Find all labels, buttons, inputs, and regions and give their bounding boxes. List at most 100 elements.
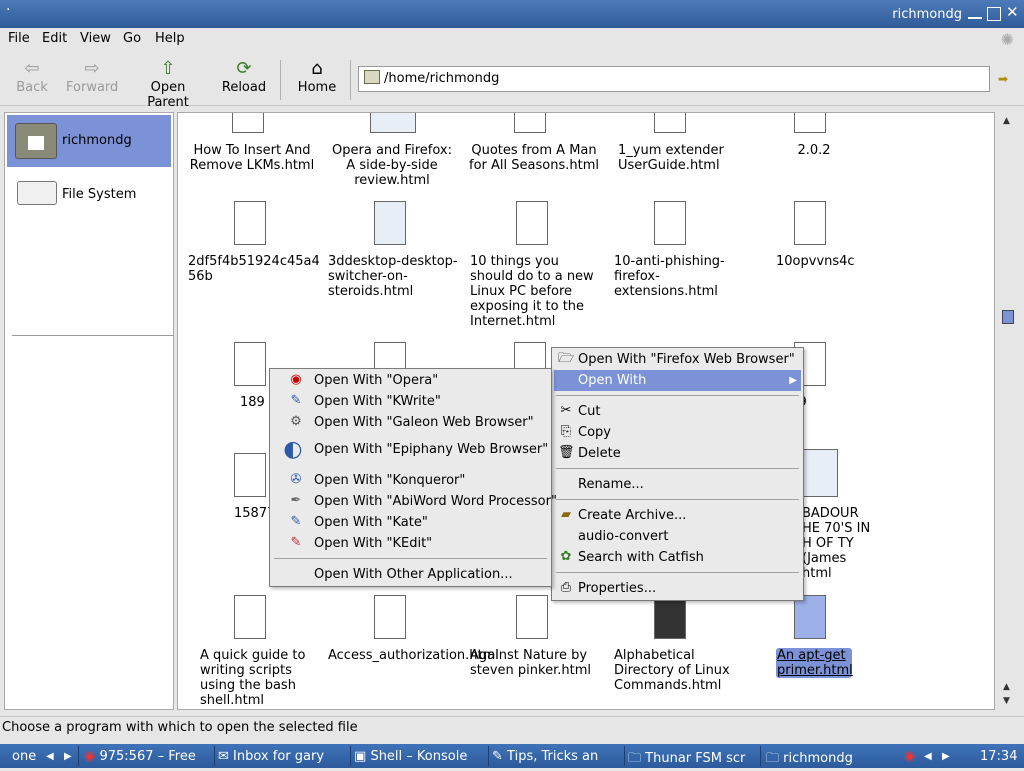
opera-icon: ◉	[84, 749, 96, 764]
rename-item[interactable]: Rename...	[554, 474, 801, 495]
open-parent-button[interactable]: ⇧ Open Parent	[128, 58, 208, 110]
open-with-submenu-item[interactable]: Open With ▶	[554, 370, 801, 391]
sidebar-divider	[12, 335, 174, 336]
document-icon	[516, 201, 548, 245]
archive-icon: ▰	[561, 507, 571, 522]
taskbar-item-tips[interactable]: ✎ Tips, Tricks an	[492, 749, 598, 764]
harddisk-icon	[17, 181, 57, 205]
taskbar-item-label: Shell – Konsole	[370, 749, 468, 764]
menu-separator	[556, 499, 799, 500]
pager-right-icon[interactable]: ▶	[64, 751, 72, 762]
reload-button[interactable]: ⟳ Reload	[220, 58, 268, 95]
menu-edit[interactable]: Edit	[42, 31, 67, 46]
document-icon	[794, 201, 826, 245]
scroll-down-icon[interactable]: ▼	[1003, 696, 1010, 706]
open-with-firefox-item[interactable]: 🗁 Open With "Firefox Web Browser"	[554, 349, 801, 370]
taskbar-item-label: Inbox for gary	[233, 749, 325, 764]
scrollbar-thumb[interactable]	[1002, 310, 1014, 324]
scroll-up-icon[interactable]: ▲	[1003, 682, 1010, 692]
submenu-arrow-icon: ▶	[789, 375, 797, 386]
kwrite-icon: ✎	[290, 393, 302, 408]
sidebar-item-home[interactable]: richmondg	[7, 115, 171, 167]
home-button[interactable]: ⌂ Home	[296, 58, 338, 95]
document-icon	[234, 453, 266, 497]
create-archive-item[interactable]: ▰ Create Archive...	[554, 505, 801, 526]
menu-go[interactable]: Go	[123, 31, 141, 46]
taskbar-item-opera[interactable]: ◉ 975:567 – Free	[84, 749, 196, 764]
go-icon[interactable]: ➡	[998, 72, 1008, 86]
menu-separator	[556, 395, 799, 396]
back-button[interactable]: ⇦ Back	[14, 58, 50, 95]
document-icon	[234, 342, 266, 386]
home-folder-icon	[15, 123, 57, 159]
delete-item[interactable]: 🗑 Delete	[554, 443, 801, 464]
back-label: Back	[16, 80, 48, 95]
window-menu-icon[interactable]: ·	[6, 2, 10, 18]
copy-icon: ⎘	[560, 424, 572, 439]
folder-open-icon: 🗁	[558, 351, 575, 366]
menu-separator	[556, 468, 799, 469]
folder-icon	[364, 70, 380, 84]
home-icon: ⌂	[311, 58, 323, 79]
taskbar-item-konsole[interactable]: ▣ Shell – Konsole	[354, 749, 467, 764]
vertical-scrollbar[interactable]: ▲ ▲ ▼	[998, 112, 1018, 710]
open-with-konqueror-item[interactable]: ✇ Open With "Konqueror"	[272, 470, 549, 491]
taskbar-separator	[214, 746, 215, 766]
catfish-icon: ✿	[560, 549, 572, 564]
sidebar-item-filesystem[interactable]: File System	[7, 169, 171, 221]
taskbar-separator	[760, 746, 761, 766]
tray-right-icon[interactable]: ▶	[942, 751, 950, 762]
close-icon[interactable]: ✕	[1006, 4, 1020, 20]
open-with-other-item[interactable]: Open With Other Application...	[272, 564, 549, 585]
document-icon	[232, 113, 264, 133]
clock[interactable]: 17:34	[980, 749, 1017, 764]
forward-button[interactable]: ⇨ Forward	[66, 58, 118, 95]
taskbar-item-mail[interactable]: ✉ Inbox for gary	[218, 749, 324, 764]
up-arrow-icon: ⇧	[160, 58, 176, 79]
folder-icon: 🗀	[766, 751, 780, 766]
scroll-up-icon[interactable]: ▲	[1003, 116, 1010, 126]
pager-left-icon[interactable]: ◀	[46, 751, 54, 762]
document-icon	[234, 201, 266, 245]
status-text: Choose a program with which to open the …	[2, 720, 358, 735]
open-with-abiword-item[interactable]: ✒ Open With "AbiWord Word Processor"	[272, 491, 557, 512]
tray-left-icon[interactable]: ◀	[924, 751, 932, 762]
open-with-kedit-item[interactable]: ✎ Open With "KEdit"	[272, 533, 549, 554]
trash-icon: 🗑	[558, 445, 575, 460]
location-input[interactable]: /home/richmondg	[358, 66, 990, 92]
maximize-icon[interactable]	[987, 7, 1001, 21]
minimize-icon[interactable]	[968, 7, 982, 19]
menu-view[interactable]: View	[80, 31, 111, 46]
opera-icon: ◉	[290, 372, 302, 387]
taskbar-item-label: Thunar FSM scr	[645, 751, 746, 766]
search-catfish-item[interactable]: ✿ Search with Catfish	[554, 547, 801, 568]
audio-convert-item[interactable]: audio-convert	[554, 526, 801, 547]
properties-item[interactable]: ⎙ Properties...	[554, 578, 801, 599]
reload-label: Reload	[221, 80, 267, 95]
window-title: richmondg	[892, 7, 962, 22]
copy-item[interactable]: ⎘ Copy	[554, 422, 801, 443]
folder-icon: 🗀	[628, 751, 642, 766]
menu-help[interactable]: Help	[155, 31, 185, 46]
kate-icon: ✎	[290, 514, 302, 529]
document-icon	[516, 595, 548, 639]
taskbar-item-label: richmondg	[783, 751, 853, 766]
image-file-icon	[374, 201, 406, 245]
document-icon	[654, 201, 686, 245]
open-with-galeon-item[interactable]: ⚙ Open With "Galeon Web Browser"	[272, 412, 549, 433]
sidebar-item-label: File System	[62, 187, 137, 202]
open-with-opera-item[interactable]: ◉ Open With "Opera"	[272, 370, 549, 391]
reload-icon: ⟳	[236, 58, 252, 79]
tray-opera-icon[interactable]: ◉	[904, 749, 915, 764]
open-with-kate-item[interactable]: ✎ Open With "Kate"	[272, 512, 549, 533]
menu-file[interactable]: File	[8, 31, 30, 46]
cut-item[interactable]: ✂ Cut	[554, 401, 801, 422]
mail-icon: ✉	[218, 749, 229, 764]
open-with-kwrite-item[interactable]: ✎ Open With "KWrite"	[272, 391, 549, 412]
desktop-pager[interactable]: one	[12, 749, 36, 764]
taskbar-item-label: 975:567 – Free	[99, 749, 196, 764]
statusbar: Choose a program with which to open the …	[0, 716, 1024, 738]
window-titlebar[interactable]: · richmondg ✕	[0, 0, 1024, 28]
open-with-epiphany-item[interactable]: ◐ Open With "Epiphany Web Browser"	[272, 435, 549, 465]
html-file-icon	[370, 113, 416, 133]
